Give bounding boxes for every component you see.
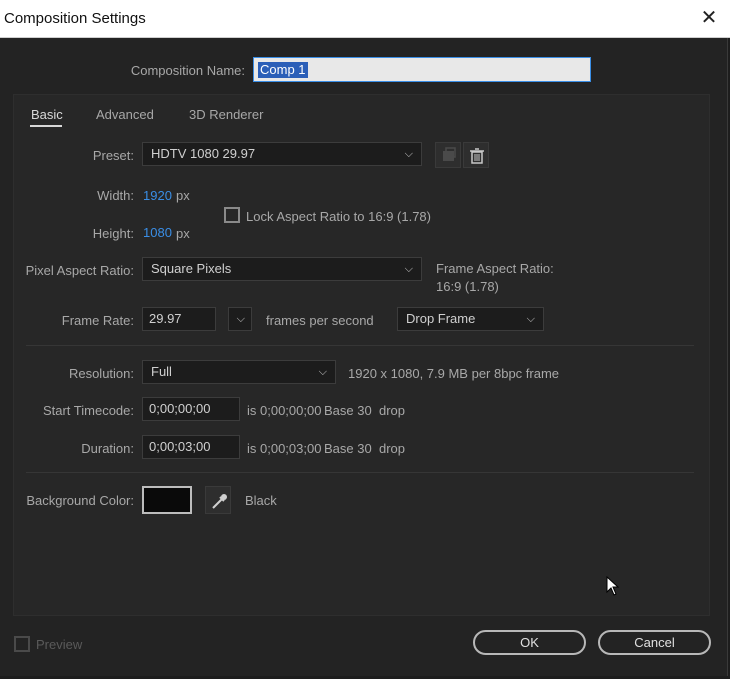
frame-rate-label: Frame Rate: <box>61 313 134 328</box>
close-icon[interactable]: ✕ <box>698 7 720 29</box>
frame-aspect-label: Frame Aspect Ratio: <box>436 261 554 276</box>
tab-basic[interactable]: Basic <box>31 107 63 122</box>
window-title: Composition Settings <box>4 10 146 27</box>
frame-rate-unit: frames per second <box>266 313 374 328</box>
composition-settings-dialog: Composition Name: Comp 1 Basic Advanced … <box>0 38 728 676</box>
preset-label: Preset: <box>92 148 134 163</box>
pixel-aspect-label: Pixel Aspect Ratio: <box>25 263 134 278</box>
delete-preset-button[interactable] <box>463 142 489 168</box>
duration-base: Base 30 <box>324 441 372 456</box>
settings-panel <box>13 94 710 616</box>
chevron-down-icon: ⌵ <box>318 366 327 378</box>
background-color-swatch[interactable] <box>142 486 192 514</box>
divider <box>26 472 694 473</box>
resolution-info: 1920 x 1080, 7.9 MB per 8bpc frame <box>348 366 560 381</box>
frame-rate-input[interactable]: 29.97 <box>142 307 216 331</box>
tab-advanced[interactable]: Advanced <box>96 107 154 122</box>
width-label: Width: <box>97 188 134 203</box>
resolution-dropdown[interactable]: Full ⌵ <box>142 360 336 384</box>
height-value[interactable]: 1080 <box>143 225 172 240</box>
chevron-down-icon: ⌵ <box>404 263 413 275</box>
preset-dropdown[interactable]: HDTV 1080 29.97 ⌵ <box>142 142 422 166</box>
save-preset-button[interactable] <box>435 142 461 168</box>
pixel-aspect-value: Square Pixels <box>151 261 232 276</box>
mouse-cursor-icon <box>606 576 620 596</box>
preview-checkbox[interactable] <box>14 636 30 652</box>
duration-is: is 0;00;03;00 <box>247 441 322 456</box>
active-tab-indicator <box>30 125 62 127</box>
preview-label: Preview <box>36 637 83 652</box>
eyedropper-button[interactable] <box>205 486 231 514</box>
background-color-name: Black <box>245 493 277 508</box>
chevron-down-icon: ⌵ <box>404 148 413 160</box>
trash-icon <box>470 148 484 164</box>
duration-input[interactable]: 0;00;03;00 <box>142 435 240 459</box>
width-value[interactable]: 1920 <box>143 188 172 203</box>
resolution-value: Full <box>151 364 172 379</box>
chevron-down-icon: ⌵ <box>236 313 245 325</box>
start-timecode-label: Start Timecode: <box>42 403 134 418</box>
duration-drop: drop <box>379 441 406 456</box>
tab-3d-renderer[interactable]: 3D Renderer <box>189 107 263 122</box>
width-unit: px <box>176 188 190 203</box>
title-bar: Composition Settings ✕ <box>0 0 730 38</box>
pixel-aspect-dropdown[interactable]: Square Pixels ⌵ <box>142 257 422 281</box>
composition-name-label: Composition Name: <box>130 63 245 78</box>
lock-aspect-label: Lock Aspect Ratio to 16:9 (1.78) <box>246 209 431 224</box>
eyedropper-icon <box>212 494 227 509</box>
start-timecode-base: Base 30 <box>324 403 372 418</box>
drop-frame-dropdown[interactable]: Drop Frame ⌵ <box>397 307 544 331</box>
height-unit: px <box>176 226 190 241</box>
cancel-button[interactable]: Cancel <box>598 630 711 655</box>
drop-frame-value: Drop Frame <box>406 311 476 326</box>
start-timecode-drop: drop <box>379 403 406 418</box>
ok-button[interactable]: OK <box>473 630 586 655</box>
preset-value: HDTV 1080 29.97 <box>151 146 256 161</box>
composition-name-input[interactable]: Comp 1 <box>253 57 591 82</box>
start-timecode-is: is 0;00;00;00 <box>247 403 322 418</box>
duration-label: Duration: <box>81 441 134 456</box>
height-label: Height: <box>92 226 134 241</box>
resolution-label: Resolution: <box>68 366 134 381</box>
frame-rate-presets-dropdown[interactable]: ⌵ <box>228 307 252 331</box>
chevron-down-icon: ⌵ <box>526 313 535 325</box>
start-timecode-input[interactable]: 0;00;00;00 <box>142 397 240 421</box>
save-preset-icon <box>443 147 456 161</box>
frame-aspect-value: 16:9 (1.78) <box>436 279 499 294</box>
background-color-label: Background Color: <box>26 493 134 508</box>
composition-name-value: Comp 1 <box>258 62 308 78</box>
lock-aspect-checkbox[interactable] <box>224 207 240 223</box>
divider <box>26 345 694 346</box>
